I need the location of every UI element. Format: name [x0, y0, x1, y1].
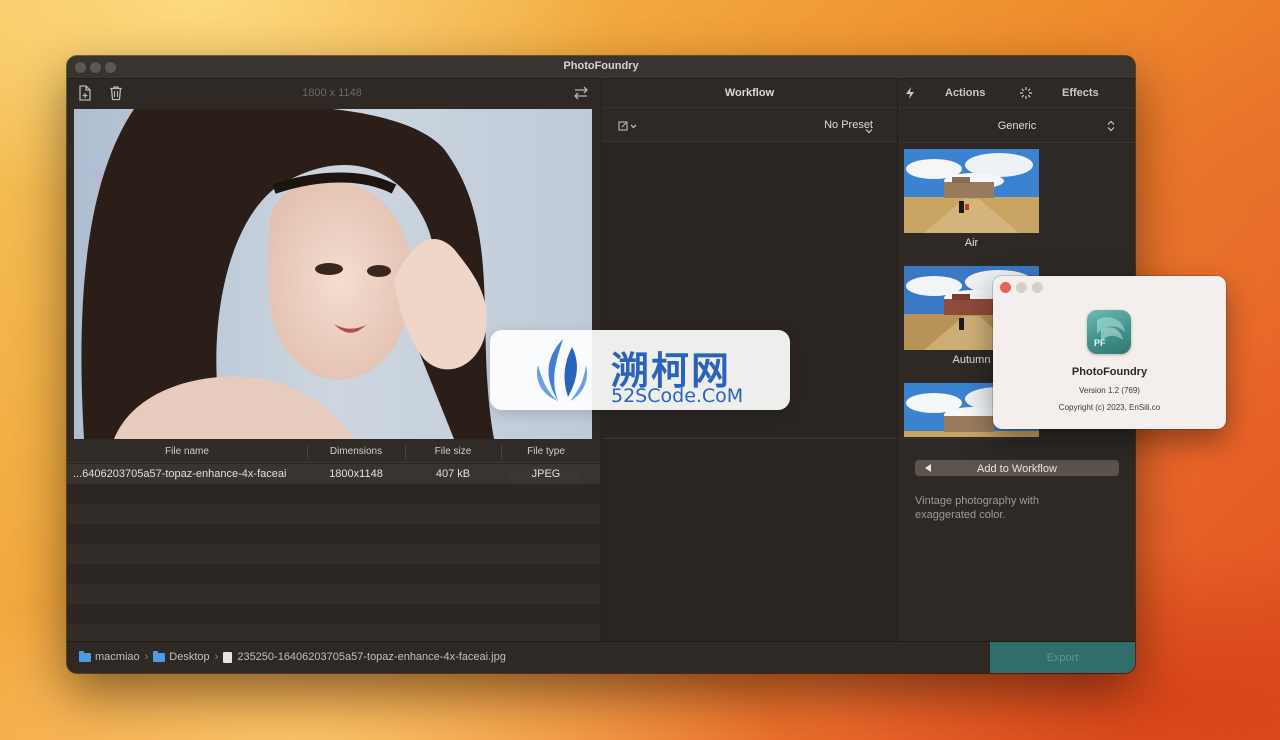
add-file-icon[interactable] [76, 84, 94, 102]
lightning-icon[interactable] [904, 86, 916, 105]
tab-actions[interactable]: Actions [945, 87, 985, 99]
effects-tabs: Actions Effects [899, 79, 1135, 108]
chevron-right-icon: › [214, 651, 219, 663]
triangle-left-icon [924, 463, 932, 476]
swap-arrows-icon[interactable] [572, 84, 590, 102]
about-copyright: Copyright (c) 2023, EnSili.co [1058, 403, 1161, 412]
table-header: File name Dimensions File size File type [67, 441, 600, 463]
column-dimensions[interactable]: Dimensions [307, 446, 405, 457]
about-close-button[interactable] [1000, 282, 1011, 293]
about-version: Version 1.2 (769) [1079, 386, 1140, 395]
workflow-title: Workflow [724, 87, 775, 99]
watermark: 溯柯网 52SCode.CoM [490, 330, 790, 410]
add-to-workflow-label: Add to Workflow [977, 463, 1057, 475]
export-button[interactable]: Export [990, 642, 1135, 673]
app-icon: PF [1087, 310, 1131, 354]
status-bar: macmiao › Desktop › 235250-16406203705a5… [67, 641, 1135, 673]
chevron-down-icon [865, 121, 873, 139]
workflow-detail [602, 438, 897, 641]
workflow-header: Workflow [602, 79, 897, 108]
empty-row [67, 544, 600, 564]
column-file-size[interactable]: File size [405, 446, 501, 457]
file-name-cell: ...6406203705a57-topaz-enhance-4x-faceai [73, 468, 287, 480]
column-file-type[interactable]: File type [501, 446, 591, 457]
title-bar: PhotoFoundry [67, 56, 1135, 79]
empty-row [67, 484, 600, 504]
about-zoom-button[interactable] [1032, 282, 1043, 293]
file-size-cell: 407 kB [435, 468, 471, 480]
category-label: Generic [997, 120, 1037, 132]
chevron-right-icon: › [144, 651, 149, 663]
up-down-chevron-icon [1107, 119, 1115, 137]
sparkle-icon[interactable] [1019, 86, 1033, 105]
category-selector[interactable]: Generic [899, 108, 1135, 143]
trash-icon[interactable] [107, 84, 125, 102]
dimensions-cell: 1800x1148 [329, 468, 383, 480]
file-table: File name Dimensions File size File type… [67, 441, 600, 644]
tab-effects[interactable]: Effects [1062, 87, 1099, 99]
effect-description: Vintage photography with exaggerated col… [915, 495, 1039, 521]
empty-row [67, 584, 600, 604]
empty-row [67, 564, 600, 584]
breadcrumb-item[interactable]: macmiao [95, 651, 140, 663]
effect-thumbnail-air[interactable] [904, 149, 1039, 233]
folder-icon [79, 650, 91, 662]
effect-detail: Add to Workflow Vintage photography with… [899, 438, 1135, 641]
file-type-cell: JPEG [531, 468, 561, 480]
effect-label-air: Air [964, 237, 979, 249]
empty-row [67, 604, 600, 624]
file-icon [223, 651, 233, 663]
column-file-name[interactable]: File name [67, 446, 307, 457]
image-dimensions: 1800 x 1148 [302, 87, 362, 99]
window-title: PhotoFoundry [563, 60, 639, 72]
workflow-subtoolbar: No Preset [602, 108, 897, 142]
add-to-workflow-button[interactable]: Add to Workflow [915, 460, 1119, 476]
watermark-english-text: 52SCode.CoM [611, 385, 744, 407]
breadcrumb-item[interactable]: Desktop [169, 651, 209, 663]
about-app-name: PhotoFoundry [1071, 366, 1148, 378]
watermark-logo [536, 339, 588, 401]
image-toolbar: 1800 x 1148 [67, 79, 600, 108]
about-dialog: PF PhotoFoundry Version 1.2 (769) Copyri… [993, 276, 1226, 429]
empty-row [67, 504, 600, 524]
app-icon-text: PF [1094, 338, 1106, 348]
folder-icon [153, 650, 166, 662]
edit-menu-icon[interactable] [618, 119, 640, 137]
empty-row [67, 524, 600, 544]
breadcrumb-item[interactable]: 235250-16406203705a57-topaz-enhance-4x-f… [237, 651, 506, 663]
table-row[interactable]: ...6406203705a57-topaz-enhance-4x-faceai… [67, 464, 600, 484]
about-minimize-button[interactable] [1016, 282, 1027, 293]
breadcrumb: macmiao › Desktop › 235250-16406203705a5… [79, 650, 506, 663]
